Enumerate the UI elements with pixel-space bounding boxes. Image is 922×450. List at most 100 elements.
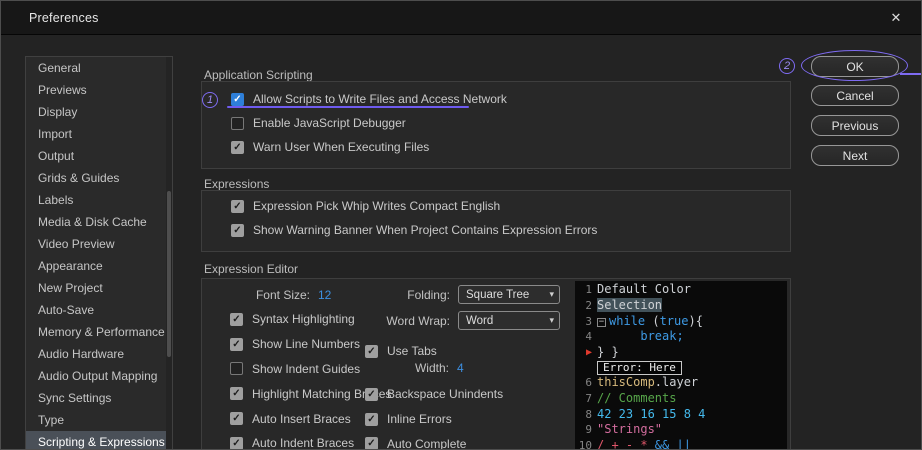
next-button[interactable]: Next xyxy=(811,145,899,166)
sidebar-item[interactable]: Appearance xyxy=(26,255,172,277)
previous-button[interactable]: Previous xyxy=(811,115,899,136)
sidebar-item[interactable]: Video Preview xyxy=(26,233,172,255)
checkbox-label: Allow Scripts to Write Files and Access … xyxy=(253,92,507,106)
code-token: 42 23 16 15 8 4 xyxy=(597,407,705,421)
code-token: ){ xyxy=(688,314,702,328)
checkbox-row: ✓ Show Warning Banner When Project Contai… xyxy=(231,218,790,242)
expressions-options: ✓Expression Pick Whip Writes Compact Eng… xyxy=(231,194,790,242)
sidebar-item[interactable]: Previews xyxy=(26,79,172,101)
folding-label: Folding: xyxy=(372,288,450,302)
checkbox[interactable]: ✓ xyxy=(230,412,243,425)
sidebar-item[interactable]: Type xyxy=(26,409,172,431)
sidebar-scrollbar-thumb[interactable] xyxy=(167,191,171,357)
checkbox[interactable]: ✓ xyxy=(365,388,378,401)
checkbox[interactable]: ✓ xyxy=(230,338,243,351)
code-text: −while (true){ xyxy=(597,314,703,330)
checkbox[interactable]: ✓ xyxy=(231,224,244,237)
code-token: Selection xyxy=(597,298,662,312)
close-icon[interactable]: ✕ xyxy=(887,9,905,27)
expressions-box: ✓Expression Pick Whip Writes Compact Eng… xyxy=(201,190,791,252)
checkbox[interactable]: ✓ xyxy=(365,437,378,450)
code-token: ( xyxy=(645,314,659,328)
line-number: 3 xyxy=(575,314,597,330)
sidebar-item[interactable]: Grids & Guides xyxy=(26,167,172,189)
line-number: 7 xyxy=(575,391,597,407)
font-size-label: Font Size: xyxy=(210,288,310,302)
code-token: // Comments xyxy=(597,391,676,405)
dialog-body: GeneralPreviewsDisplayImportOutputGrids … xyxy=(1,35,921,449)
code-text: Default Color xyxy=(597,282,691,298)
code-text: 42 23 16 15 8 4 xyxy=(597,407,705,423)
annotation-step-1: 1 xyxy=(202,92,218,108)
checkbox-row: ✓Auto Complete xyxy=(365,432,503,450)
checkbox[interactable]: ✓ xyxy=(230,313,243,326)
sidebar-item[interactable]: Audio Output Mapping xyxy=(26,365,172,387)
annotation-ellipse-ok xyxy=(801,50,908,81)
checkbox-label: Show Indent Guides xyxy=(252,362,360,376)
checkbox[interactable]: ✓ xyxy=(231,200,244,213)
code-text: } } xyxy=(597,345,619,361)
checkbox-label: Auto Insert Braces xyxy=(252,412,351,426)
code-token: } } xyxy=(597,345,619,359)
line-number: 2 xyxy=(575,298,597,314)
sidebar-item[interactable]: New Project xyxy=(26,277,172,299)
checkbox[interactable]: ✓ xyxy=(230,437,243,450)
app-scripting-title: Application Scripting xyxy=(204,68,313,82)
checkbox[interactable]: ✓ xyxy=(231,141,244,154)
sidebar-scrollbar[interactable] xyxy=(166,57,172,450)
sidebar-item[interactable]: General xyxy=(26,57,172,79)
code-line: 9"Strings" xyxy=(575,422,787,438)
code-line: 4 break; xyxy=(575,329,787,345)
fold-collapse-icon[interactable]: − xyxy=(597,318,606,327)
checkbox-label: Syntax Highlighting xyxy=(252,312,355,326)
sidebar-item[interactable]: Auto-Save xyxy=(26,299,172,321)
checkbox[interactable] xyxy=(231,117,244,130)
code-preview-panel: 1Default Color2Selection3−while (true){4… xyxy=(575,281,787,450)
sidebar-item[interactable]: Display xyxy=(26,101,172,123)
sidebar-item[interactable]: Scripting & Expressions xyxy=(26,431,172,450)
folding-selected-value: Square Tree xyxy=(466,289,549,301)
width-value[interactable]: 4 xyxy=(457,361,464,375)
code-token: Default Color xyxy=(597,282,691,296)
checkbox-label: Show Line Numbers xyxy=(252,337,360,351)
folding-dropdown[interactable]: Square Tree ▾ xyxy=(458,285,560,304)
word-wrap-dropdown[interactable]: Word ▾ xyxy=(458,311,560,330)
checkbox[interactable]: ✓ xyxy=(230,387,243,400)
app-scripting-box: ✓ Allow Scripts to Write Files and Access… xyxy=(201,81,791,169)
checkbox-row: ✓ Syntax Highlighting xyxy=(230,307,391,332)
checkbox-label: Show Warning Banner When Project Contain… xyxy=(253,223,597,237)
line-number: 1 xyxy=(575,282,597,298)
sidebar-item[interactable]: Audio Hardware xyxy=(26,343,172,365)
code-text: / + - * && || xyxy=(597,438,691,450)
sidebar-item[interactable]: Sync Settings xyxy=(26,387,172,409)
sidebar-item[interactable]: Import xyxy=(26,123,172,145)
checkbox[interactable]: ✓ xyxy=(365,413,378,426)
sidebar-item[interactable]: Output xyxy=(26,145,172,167)
code-line: 2Selection xyxy=(575,298,787,314)
code-text: thisComp.layer xyxy=(597,375,698,391)
tab-width-row: Width: 4 xyxy=(365,360,464,376)
sidebar-item[interactable]: Memory & Performance xyxy=(26,321,172,343)
code-lines: 1Default Color2Selection3−while (true){4… xyxy=(575,282,787,450)
checkbox-label: Backspace Unindents xyxy=(387,387,503,401)
line-number: 9 xyxy=(575,422,597,438)
checkbox[interactable]: ✓ xyxy=(231,93,244,106)
cancel-button[interactable]: Cancel xyxy=(811,85,899,106)
code-token: "Strings" xyxy=(597,422,662,436)
checkbox-label: Inline Errors xyxy=(387,412,452,426)
checkbox[interactable]: ✓ xyxy=(365,345,378,358)
word-wrap-selected-value: Word xyxy=(466,315,549,327)
sidebar-item[interactable]: Labels xyxy=(26,189,172,211)
checkbox-row: ✓ Backspace Unindents xyxy=(365,382,503,407)
font-size-value[interactable]: 12 xyxy=(318,288,331,302)
line-number: 6 xyxy=(575,375,597,391)
chevron-down-icon: ▾ xyxy=(549,315,554,326)
code-line: 3−while (true){ xyxy=(575,314,787,330)
expression-editor-box: Font Size: 12 Folding: Square Tree ▾ Wor… xyxy=(201,278,791,450)
app-scripting-options: ✓ Allow Scripts to Write Files and Access… xyxy=(231,87,790,159)
titlebar: Preferences ✕ xyxy=(1,1,921,35)
sidebar-item[interactable]: Media & Disk Cache xyxy=(26,211,172,233)
code-token: true xyxy=(660,314,689,328)
checkbox[interactable] xyxy=(230,362,243,375)
annotation-step-2: 2 xyxy=(779,58,795,74)
